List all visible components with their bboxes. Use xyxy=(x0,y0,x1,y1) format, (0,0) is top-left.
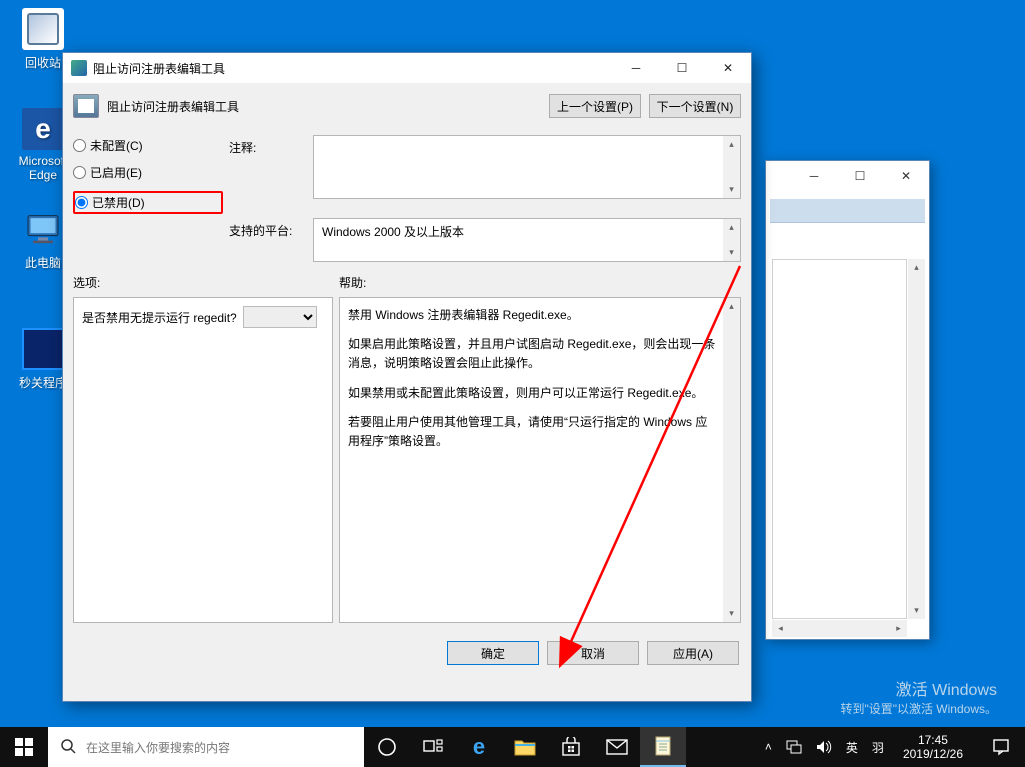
apply-button[interactable]: 应用(A) xyxy=(647,641,739,665)
search-placeholder: 在这里输入你要搜索的内容 xyxy=(86,739,230,756)
policy-doc-icon xyxy=(73,94,99,118)
comment-textarea[interactable]: ▴▾ xyxy=(313,135,741,199)
close-button[interactable]: ✕ xyxy=(705,53,751,83)
comment-label: 注释: xyxy=(229,135,307,214)
scroll-right-icon[interactable]: ▸ xyxy=(890,620,907,637)
scrollbar[interactable]: ▴▾ xyxy=(723,136,740,198)
radio-enabled[interactable]: 已启用(E) xyxy=(73,164,223,181)
horizontal-scrollbar[interactable]: ◂ ▸ xyxy=(772,620,907,637)
upper-section: 未配置(C) 已启用(E) 已禁用(D) 注释: ▴▾ 支持的平台: Windo… xyxy=(63,129,751,268)
options-label: 选项: xyxy=(73,274,339,291)
taskbar-center: e xyxy=(364,727,760,767)
windows-icon xyxy=(15,738,33,756)
radio-disabled[interactable]: 已禁用(D) xyxy=(75,194,217,211)
next-setting-button[interactable]: 下一个设置(N) xyxy=(649,94,741,118)
help-text: 禁用 Windows 注册表编辑器 Regedit.exe。 xyxy=(348,306,716,325)
search-box[interactable]: 在这里输入你要搜索的内容 xyxy=(48,727,364,767)
list-header xyxy=(770,199,925,223)
option-dropdown[interactable] xyxy=(243,306,317,328)
radio-not-configured[interactable]: 未配置(C) xyxy=(73,137,223,154)
radio-label: 已禁用(D) xyxy=(92,194,145,211)
background-window[interactable]: ─ ☐ ✕ ▴ ▾ ◂ ▸ xyxy=(765,160,930,640)
minimize-button[interactable]: ─ xyxy=(613,53,659,83)
search-icon xyxy=(60,738,76,757)
cortana-icon[interactable] xyxy=(364,727,410,767)
dialog-titlebar[interactable]: 阻止访问注册表编辑工具 ─ ☐ ✕ xyxy=(63,53,751,83)
policy-dialog: 阻止访问注册表编辑工具 ─ ☐ ✕ 阻止访问注册表编辑工具 上一个设置(P) 下… xyxy=(62,52,752,702)
app-icon xyxy=(22,328,64,370)
scroll-left-icon[interactable]: ◂ xyxy=(772,620,789,637)
radio-label: 已启用(E) xyxy=(90,164,142,181)
activation-watermark: 激活 Windows 转到"设置"以激活 Windows。 xyxy=(840,676,997,717)
dialog-toolbar: 阻止访问注册表编辑工具 上一个设置(P) 下一个设置(N) xyxy=(63,83,751,129)
radio-label: 未配置(C) xyxy=(90,137,143,154)
network-icon[interactable] xyxy=(783,727,805,767)
policy-icon xyxy=(71,60,87,76)
file-explorer-icon[interactable] xyxy=(502,727,548,767)
vertical-scrollbar[interactable]: ▴ ▾ xyxy=(908,259,925,619)
system-tray: ˄ 英 羽 17:45 2019/12/26 xyxy=(760,727,1025,767)
maximize-button[interactable]: ☐ xyxy=(659,53,705,83)
date: 2019/12/26 xyxy=(903,747,963,761)
help-text: 如果禁用或未配置此策略设置，则用户可以正常运行 Regedit.exe。 xyxy=(348,384,716,403)
task-view-icon[interactable] xyxy=(410,727,456,767)
scroll-up-icon[interactable]: ▴ xyxy=(908,259,925,276)
maximize-button[interactable]: ☐ xyxy=(837,161,883,191)
scroll-down-icon[interactable]: ▾ xyxy=(723,244,740,261)
taskbar: 在这里输入你要搜索的内容 e ˄ 英 羽 17:45 2019/12/26 xyxy=(0,727,1025,767)
scrollbar[interactable]: ▴▾ xyxy=(723,298,740,622)
cancel-button[interactable]: 取消 xyxy=(547,641,639,665)
background-window-titlebar: ─ ☐ ✕ xyxy=(766,161,929,191)
ime-indicator-2[interactable]: 羽 xyxy=(869,727,887,767)
scroll-down-icon[interactable]: ▾ xyxy=(908,602,925,619)
start-button[interactable] xyxy=(0,727,48,767)
close-button[interactable]: ✕ xyxy=(883,161,929,191)
help-pane: 禁用 Windows 注册表编辑器 Regedit.exe。 如果启用此策略设置… xyxy=(339,297,741,623)
lower-section: 是否禁用无提示运行 regedit? 禁用 Windows 注册表编辑器 Reg… xyxy=(63,293,751,633)
option-question: 是否禁用无提示运行 regedit? xyxy=(82,309,237,326)
platform-box: Windows 2000 及以上版本 ▴▾ xyxy=(313,218,741,262)
minimize-button[interactable]: ─ xyxy=(791,161,837,191)
state-radios: 未配置(C) 已启用(E) 已禁用(D) xyxy=(73,135,223,214)
edge-taskbar-icon[interactable]: e xyxy=(456,727,502,767)
clock[interactable]: 17:45 2019/12/26 xyxy=(895,733,971,762)
dialog-title: 阻止访问注册表编辑工具 xyxy=(93,60,613,77)
mail-icon[interactable] xyxy=(594,727,640,767)
section-labels: 选项: 帮助: xyxy=(63,268,751,293)
scrollbar[interactable]: ▴▾ xyxy=(723,219,740,261)
time: 17:45 xyxy=(903,733,963,747)
scroll-up-icon[interactable]: ▴ xyxy=(723,136,740,153)
watermark-subtitle: 转到"设置"以激活 Windows。 xyxy=(840,700,997,717)
highlight-box: 已禁用(D) xyxy=(73,191,223,214)
scroll-down-icon[interactable]: ▾ xyxy=(723,605,740,622)
platform-value: Windows 2000 及以上版本 xyxy=(322,225,464,239)
ime-indicator[interactable]: 英 xyxy=(843,727,861,767)
option-row: 是否禁用无提示运行 regedit? xyxy=(82,306,324,328)
edge-icon: e xyxy=(22,108,64,150)
list-area xyxy=(772,259,907,619)
watermark-title: 激活 Windows xyxy=(840,676,997,700)
background-window-body: ▴ ▾ ◂ ▸ xyxy=(766,199,929,647)
help-label: 帮助: xyxy=(339,274,366,291)
prev-setting-button[interactable]: 上一个设置(P) xyxy=(549,94,641,118)
store-icon[interactable] xyxy=(548,727,594,767)
volume-icon[interactable] xyxy=(813,727,835,767)
platform-label: 支持的平台: xyxy=(229,218,307,262)
nav-buttons: 上一个设置(P) 下一个设置(N) xyxy=(549,94,741,118)
notepad-taskbar-icon[interactable] xyxy=(640,727,686,767)
options-pane: 是否禁用无提示运行 regedit? xyxy=(73,297,333,623)
help-text: 如果启用此策略设置，并且用户试图启动 Regedit.exe，则会出现一条消息，… xyxy=(348,335,716,373)
computer-icon xyxy=(22,208,64,250)
action-center-icon[interactable] xyxy=(979,727,1023,767)
help-text: 若要阻止用户使用其他管理工具，请使用“只运行指定的 Windows 应用程序”策… xyxy=(348,413,716,451)
dialog-buttons: 确定 取消 应用(A) xyxy=(63,633,751,673)
scroll-up-icon[interactable]: ▴ xyxy=(723,219,740,236)
tray-chevron-icon[interactable]: ˄ xyxy=(762,727,775,767)
scroll-down-icon[interactable]: ▾ xyxy=(723,181,740,198)
trash-icon xyxy=(22,8,64,50)
scroll-up-icon[interactable]: ▴ xyxy=(723,298,740,315)
dialog-subtitle: 阻止访问注册表编辑工具 xyxy=(107,98,541,115)
ok-button[interactable]: 确定 xyxy=(447,641,539,665)
